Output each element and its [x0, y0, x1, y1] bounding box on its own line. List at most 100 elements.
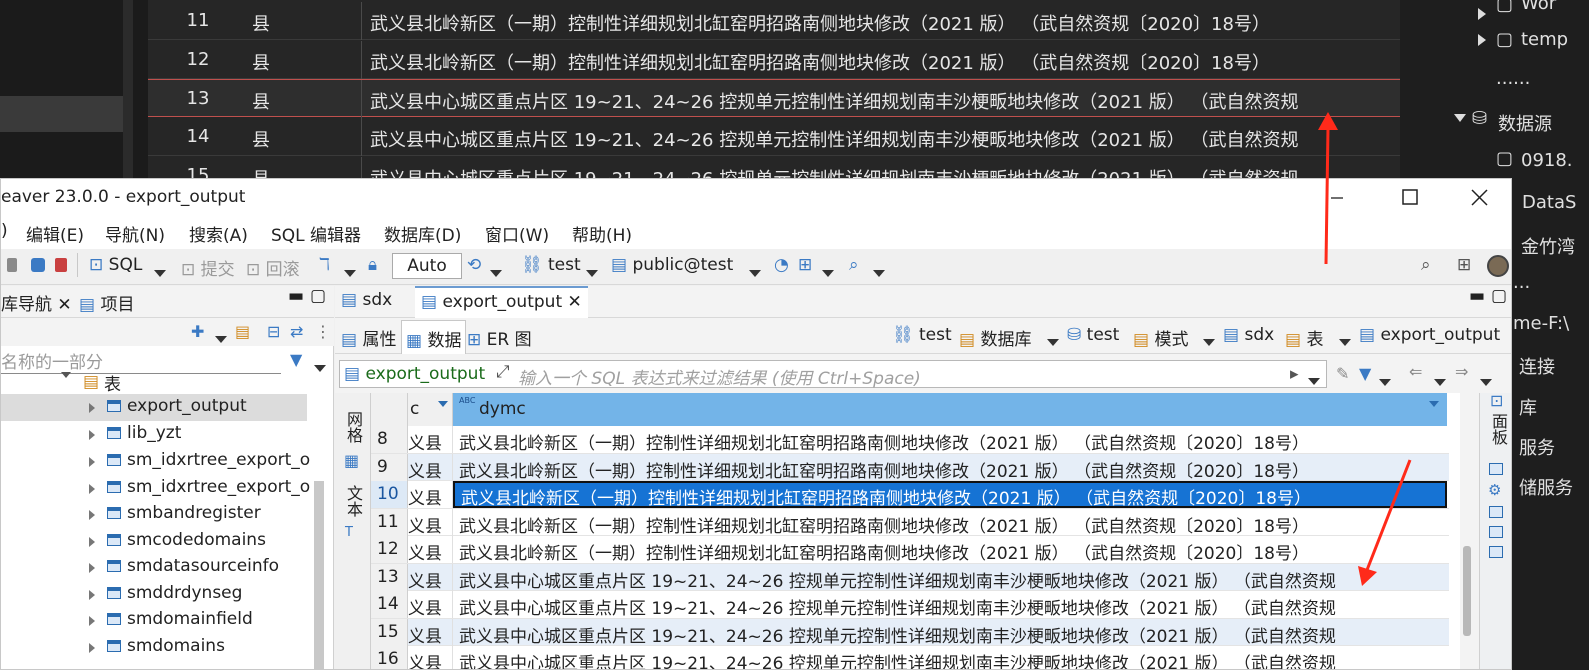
- transaction-dropdown-arrow[interactable]: [344, 263, 356, 283]
- settings-icon[interactable]: ⚙: [1488, 481, 1501, 499]
- maximize-button[interactable]: [1373, 179, 1443, 217]
- column-header-dymc[interactable]: ABC dymc: [453, 393, 1447, 426]
- cell[interactable]: 义县: [408, 508, 453, 536]
- value-viewer-icon[interactable]: [1489, 463, 1503, 475]
- filter-settings-dropdown[interactable]: [1379, 372, 1391, 391]
- close-tab-icon[interactable]: ✕: [568, 292, 582, 312]
- breadcrumb-table[interactable]: ▤ export_output: [1359, 325, 1500, 345]
- breadcrumb-schemas[interactable]: ▤ 模式: [1133, 325, 1188, 350]
- tab-database-navigator[interactable]: 库导航 ✕: [1, 290, 72, 315]
- search-icon[interactable]: ⌕: [1421, 255, 1431, 275]
- forward-dropdown[interactable]: [1480, 372, 1492, 391]
- history-dropdown-arrow[interactable]: [490, 263, 502, 283]
- cell[interactable]: 义县: [408, 426, 453, 453]
- sql-editor-button[interactable]: ⊡ SQL: [89, 255, 142, 275]
- tab-projects[interactable]: ▤ 项目: [79, 290, 134, 315]
- tab-text-view[interactable]: 文本: [341, 485, 365, 517]
- menu-window[interactable]: 窗口(W): [485, 221, 549, 246]
- table-row-selected[interactable]: 10 义县 武义县北岭新区（一期）控制性详细规划北缸窑明招路南侧地块修改（202…: [371, 481, 1449, 509]
- sql-dropdown-arrow[interactable]: [154, 263, 166, 283]
- grid-vertical-scrollbar[interactable]: [1463, 546, 1471, 636]
- dashboard-icon[interactable]: ◔: [774, 255, 789, 275]
- search-tool-icon[interactable]: ⌕: [849, 255, 859, 275]
- breadcrumb-dropdown[interactable]: [1203, 332, 1215, 352]
- cell[interactable]: 义县: [408, 646, 453, 669]
- filter-settings-icon[interactable]: ▼: [1359, 364, 1371, 383]
- cell[interactable]: 武义县北岭新区（一期）控制性详细规划北缸窑明招路南侧地块修改（2021 版） （…: [453, 454, 1447, 481]
- invalidate-icon[interactable]: [55, 258, 67, 272]
- link-editor-icon[interactable]: ⇄: [290, 322, 303, 341]
- tab-sdx[interactable]: ▤ sdx: [341, 290, 392, 310]
- cell[interactable]: 义县: [408, 481, 453, 508]
- collapse-all-icon[interactable]: ⊟: [267, 322, 280, 341]
- tree-item[interactable]: 服务: [1519, 434, 1555, 460]
- breadcrumb-dropdown[interactable]: [1047, 332, 1059, 352]
- auto-commit-box[interactable]: Auto: [392, 253, 462, 279]
- tree-item[interactable]: 储服务: [1519, 474, 1573, 500]
- cell[interactable]: 义县: [408, 563, 453, 591]
- cell[interactable]: 武义县北岭新区（一期）控制性详细规划北缸窑明招路南侧地块修改（2021 版） （…: [453, 426, 1447, 453]
- active-connection[interactable]: ⛓ test: [521, 255, 581, 275]
- forward-icon[interactable]: ⇒: [1455, 362, 1468, 381]
- dbeaver-perspective-icon[interactable]: [1487, 255, 1509, 277]
- tasks-icon[interactable]: ⊞: [798, 255, 812, 275]
- perspective-icon[interactable]: ⊞: [1457, 255, 1471, 275]
- filter-dropdown[interactable]: [314, 358, 326, 377]
- back-icon[interactable]: ⇐: [1409, 362, 1422, 381]
- filter-icon[interactable]: ▼: [290, 350, 302, 369]
- table-row[interactable]: 12 义县 武义县北岭新区（一期）控制性详细规划北缸窑明招路南侧地块修改（202…: [371, 536, 1449, 564]
- tree-item[interactable]: 库: [1519, 394, 1537, 420]
- table-row[interactable]: 14 义县 武义县中心城区重点片区 19~21、24~26 控规单元控制性详细规…: [371, 591, 1449, 619]
- calc-icon[interactable]: [1489, 506, 1503, 518]
- tab-export-output[interactable]: ▤ export_output ✕: [415, 286, 588, 318]
- breadcrumb-dropdown[interactable]: [1339, 332, 1351, 352]
- tree-item[interactable]: DataS: [1522, 192, 1576, 213]
- maximize-icon[interactable]: ▢: [1491, 286, 1507, 306]
- table-row[interactable]: 13 义县 武义县中心城区重点片区 19~21、24~26 控规单元控制性详细规…: [371, 563, 1449, 591]
- tree-item[interactable]: 0918.: [1521, 150, 1573, 171]
- new-connection-icon[interactable]: ✚: [191, 322, 204, 341]
- tab-data[interactable]: ▦ 数据: [401, 320, 467, 354]
- tree-item[interactable]: 连接: [1519, 353, 1555, 379]
- history-icon[interactable]: ⟲: [467, 255, 481, 275]
- tree-item[interactable]: 数据源: [1498, 110, 1552, 136]
- cell[interactable]: 武义县北岭新区（一期）控制性详细规划北缸窑明招路南侧地块修改（2021 版） （…: [453, 509, 1447, 536]
- breadcrumb-db-test[interactable]: ⛁ test: [1067, 325, 1119, 345]
- tree-item[interactable]: me-F:\: [1513, 313, 1569, 334]
- menu-search[interactable]: 搜索(A): [189, 221, 248, 246]
- table-row[interactable]: 16 义县 武义县中心城区重点片区 19~21、24~26 控规单元控制性详细规…: [371, 646, 1449, 669]
- cell[interactable]: 武义县中心城区重点片区 19~21、24~26 控规单元控制性详细规划南丰沙梗畈…: [453, 646, 1447, 669]
- grouping-icon[interactable]: [1489, 526, 1503, 538]
- tab-properties[interactable]: ▤ 属性: [341, 325, 396, 350]
- tree-table[interactable]: smddrdynseg: [1, 581, 307, 608]
- minimize-icon[interactable]: ▬: [1469, 286, 1485, 306]
- apply-filter-icon[interactable]: ▸: [1290, 364, 1299, 384]
- minimize-icon[interactable]: ▬: [288, 286, 304, 306]
- rollback-button[interactable]: ⊡ 回滚: [246, 255, 300, 280]
- cell[interactable]: 义县: [408, 618, 453, 646]
- more-options-icon[interactable]: ⋮: [315, 322, 331, 341]
- menu-edit[interactable]: 编辑(E): [26, 221, 84, 246]
- menu-help[interactable]: 帮助(H): [572, 221, 632, 246]
- cell[interactable]: 武义县中心城区重点片区 19~21、24~26 控规单元控制性详细规划南丰沙梗畈…: [453, 619, 1447, 646]
- back-dropdown[interactable]: [1434, 372, 1446, 391]
- sort-arrow-icon[interactable]: [1429, 401, 1439, 407]
- tree-table-export-output[interactable]: export_output: [1, 394, 307, 421]
- tree-table[interactable]: smdomains: [1, 634, 307, 661]
- tree-item[interactable]: 金竹湾: [1521, 233, 1575, 259]
- close-button[interactable]: [1443, 179, 1511, 217]
- tree-table[interactable]: smdatasourceinfo: [1, 554, 307, 581]
- transaction-mode-icon[interactable]: ℸ: [319, 255, 330, 275]
- tree-table[interactable]: lib_yzt: [1, 421, 307, 448]
- filter-history-dropdown[interactable]: [1308, 371, 1320, 391]
- table-row[interactable]: 9 义县 武义县北岭新区（一期）控制性详细规划北缸窑明招路南侧地块修改（2021…: [371, 453, 1449, 481]
- disconnect-icon[interactable]: [7, 258, 17, 272]
- tab-panels[interactable]: 面板: [1486, 413, 1510, 445]
- search-dropdown-arrow[interactable]: [873, 263, 885, 283]
- connection-dropdown-arrow[interactable]: [586, 263, 598, 283]
- minimize-button[interactable]: [1301, 179, 1371, 217]
- schema-dropdown-arrow[interactable]: [749, 263, 761, 283]
- sort-arrow-icon[interactable]: [438, 401, 448, 407]
- panel-toggle-icon[interactable]: ⊡: [1490, 391, 1503, 410]
- tree-table[interactable]: sm_idxrtree_export_o: [1, 448, 310, 475]
